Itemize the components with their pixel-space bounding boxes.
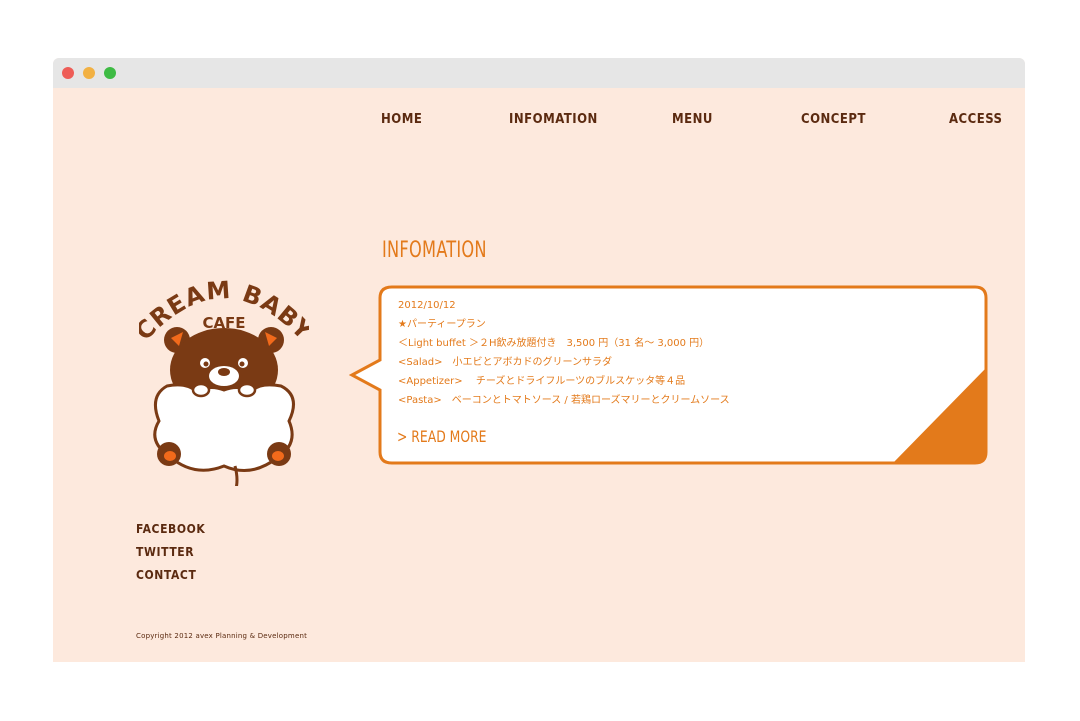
browser-titlebar [53, 58, 1025, 88]
facebook-link[interactable]: FACEBOOK [136, 522, 205, 536]
info-line: <Appetizer> チーズとドライフルーツのブルスケッタ等４品 [398, 376, 686, 387]
contact-link[interactable]: CONTACT [136, 568, 196, 582]
info-line: ＜Light buffet ＞２H飲み放題付き 3,500 円（31 名～ 3,… [398, 338, 710, 349]
info-date: 2012/10/12 [398, 300, 456, 311]
copyright-text: Copyright 2012 avex Planning & Developme… [136, 632, 308, 640]
info-section-title: INFOMATION [382, 238, 487, 263]
cream-baby-logo[interactable]: CREAM BABY CAFE [139, 266, 309, 486]
info-line: <Salad> 小エビとアボカドのグリーンサラダ [398, 357, 612, 368]
close-window-button[interactable] [62, 67, 74, 79]
info-line: <Pasta> ベーコンとトマトソース / 若鶏ローズマリーとクリームソース [398, 395, 730, 406]
maximize-window-button[interactable] [104, 67, 116, 79]
browser-window: HOME INFOMATION MENU CONCEPT ACCESS CREA… [53, 58, 1025, 662]
read-more-link[interactable]: > READ MORE [397, 427, 487, 446]
twitter-link[interactable]: TWITTER [136, 545, 194, 559]
nav-infomation[interactable]: INFOMATION [509, 112, 598, 127]
minimize-window-button[interactable] [83, 67, 95, 79]
nav-home[interactable]: HOME [381, 112, 422, 127]
nav-menu[interactable]: MENU [672, 112, 713, 127]
nav-access[interactable]: ACCESS [949, 112, 1002, 127]
info-line: ★パーティープラン [398, 319, 486, 330]
nav-concept[interactable]: CONCEPT [801, 112, 866, 127]
bear-icon [153, 327, 295, 486]
info-content: 2012/10/12 ★パーティープラン ＜Light buffet ＞２H飲み… [398, 299, 918, 413]
